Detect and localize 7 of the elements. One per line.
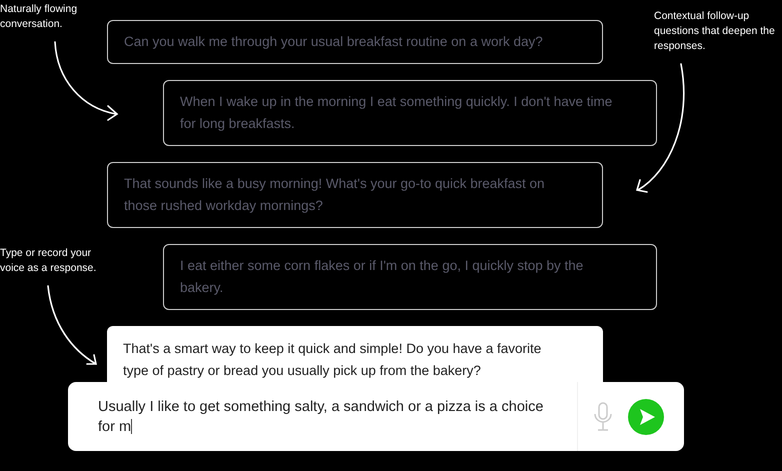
chat-message: I eat either some corn flakes or if I'm on the go, I quickly stop by the bakery. bbox=[163, 244, 657, 310]
annotation-text: Naturally flowing conversation. bbox=[0, 2, 78, 32]
annotation-text: Contextual follow-up questions that deepen the responses. bbox=[654, 9, 776, 54]
annotation-text: Type or record your voice as a response. bbox=[0, 246, 98, 276]
chat-message: Can you walk me through your usual breakfast routine on a work day? bbox=[107, 20, 603, 64]
chat-message: That sounds like a busy morning! What's your go-to quick breakfast on those rushed workday mornings? bbox=[107, 162, 603, 228]
chat-message: When I wake up in the morning I eat something quickly. I don't have time for long breakfasts. bbox=[163, 80, 657, 146]
